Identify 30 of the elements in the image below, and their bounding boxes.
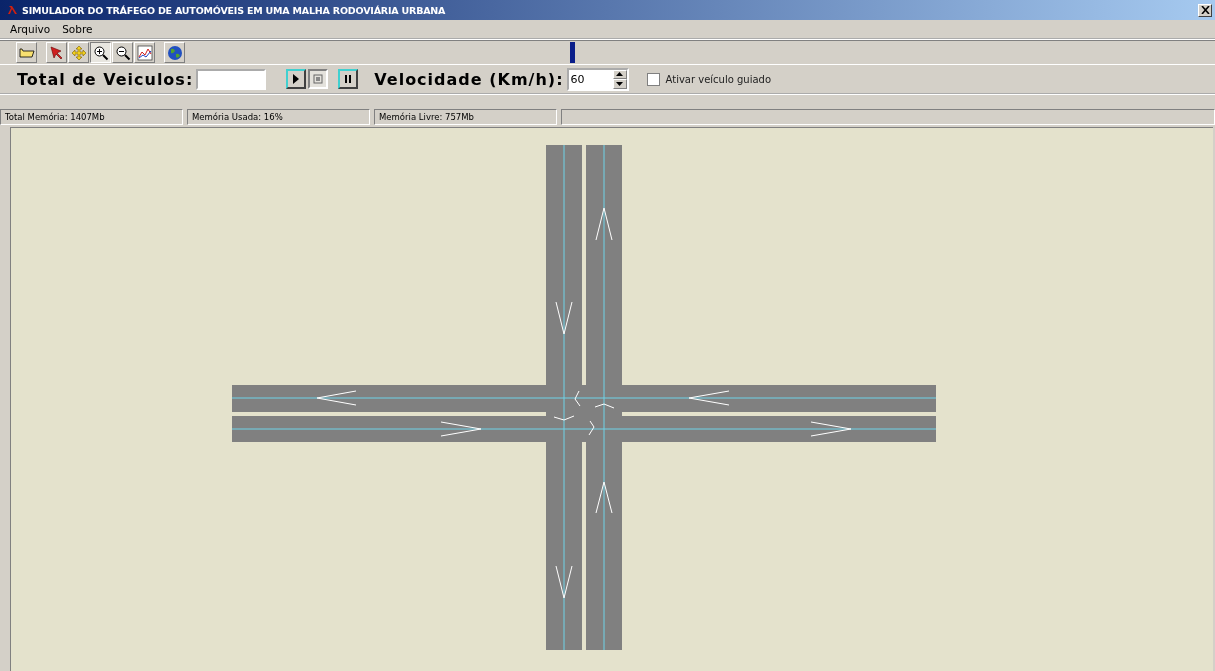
position-marker: [570, 42, 575, 63]
window-title: SIMULADOR DO TRÁFEGO DE AUTOMÓVEIS EM UMA MALHA RODOVIÁRIA URBANA: [22, 4, 447, 16]
four-way-arrow-icon: [70, 44, 87, 61]
globe-icon: [166, 44, 183, 61]
status-panel: Memória Livre: 757Mb: [374, 109, 557, 125]
status-panel: Memória Usada: 16%: [187, 109, 370, 125]
zoom-out-icon: [114, 44, 131, 61]
four-way-arrow-button[interactable]: [68, 42, 89, 63]
stop-button[interactable]: [308, 69, 329, 89]
pointer-arrow-button[interactable]: [46, 42, 67, 63]
line-chart-button[interactable]: [134, 42, 155, 63]
menu-item[interactable]: Arquivo: [10, 23, 51, 35]
line-chart-icon: [136, 44, 153, 61]
globe-button[interactable]: [164, 42, 185, 63]
field-label: Velocidade (Km/h):: [374, 69, 564, 89]
folder-button[interactable]: [16, 42, 37, 63]
close-button[interactable]: [1198, 3, 1212, 17]
field-label: Total de Veiculos:: [17, 69, 194, 89]
pause-button[interactable]: [338, 69, 359, 89]
vehicle-count-field[interactable]: [196, 68, 267, 90]
menu-item[interactable]: Sobre: [62, 23, 93, 35]
checkbox[interactable]: [646, 72, 660, 86]
app-icon: [8, 5, 18, 15]
status-panel: Total Memória: 1407Mb: [0, 109, 183, 125]
checkbox-label: Ativar veículo guiado: [665, 73, 772, 85]
zoom-in-icon: [92, 44, 109, 61]
play-button[interactable]: [286, 69, 307, 89]
pointer-arrow-icon: [48, 44, 65, 61]
zoom-out-button[interactable]: [112, 42, 133, 63]
zoom-in-button[interactable]: [90, 42, 111, 63]
